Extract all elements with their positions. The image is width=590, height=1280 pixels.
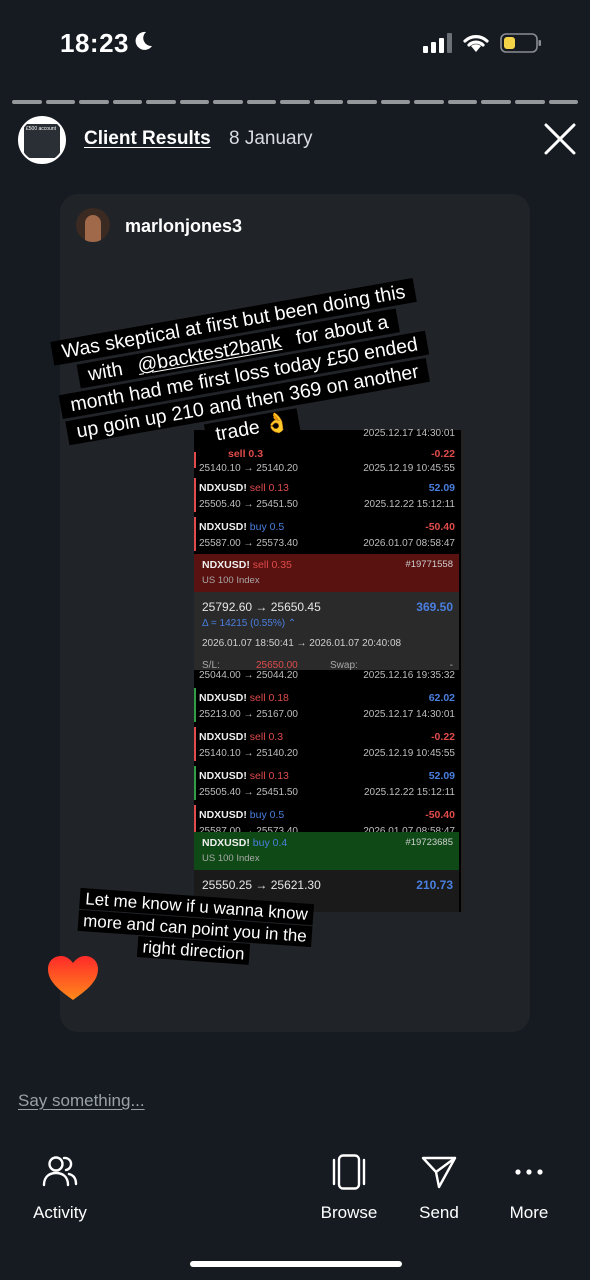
progress-segment [380,100,411,104]
progress-segment [414,100,444,104]
people-icon [42,1156,78,1187]
story-action-bar: Activity Browse Send More [0,1148,590,1228]
post-user-avatar[interactable] [76,208,110,242]
heart-icon[interactable] [46,954,100,1002]
browse-icon [332,1154,366,1190]
account-avatar[interactable]: £500 account [18,116,66,164]
trade-row: 25044.00 → 25044.20 2025.12.16 19:35:32 [199,670,455,681]
trade-row: NDXUSD! sell 0.13 52.09 25505.40 → 25451… [194,476,461,515]
activity-button[interactable]: Activity [10,1148,110,1228]
clock: 18:23 [60,28,129,58]
story-header: £500 account Client Results 8 January [18,116,578,166]
post-username[interactable]: marlonjones3 [125,216,242,237]
story-account-name[interactable]: Client Results [84,128,211,150]
cellular-signal-icon [423,33,452,53]
browse-button[interactable]: Browse [299,1148,399,1228]
progress-segment [548,100,579,104]
trades-list-lower: 25044.00 → 25044.20 2025.12.16 19:35:32 … [194,670,464,836]
battery-icon [500,33,541,53]
send-button[interactable]: Send [389,1148,489,1228]
status-bar: 18:23 [0,0,590,88]
progress-segment [112,100,143,104]
progress-segment [280,100,310,104]
progress-segment [313,100,344,104]
wifi-icon [463,35,489,52]
story-date: 8 January [229,128,313,149]
trade-row: NDXUSD! sell 0.13 52.09 25505.40 → 25451… [194,764,461,803]
send-icon [421,1156,457,1189]
progress-segment [514,100,545,104]
reply-input[interactable]: Say something... [18,1091,145,1111]
progress-segment [481,100,511,104]
home-indicator[interactable] [190,1261,402,1267]
trade-row: NDXUSD! sell 0.18 62.02 25213.00 → 25167… [194,686,461,725]
progress-segment [146,100,176,104]
trade-row: NDXUSD! buy 0.5 -50.40 25587.00 → 25573.… [194,515,461,554]
progress-segment [447,100,478,104]
progress-segment [347,100,377,104]
progress-segment [213,100,243,104]
more-icon [515,1169,543,1175]
progress-segment [45,100,76,104]
more-button[interactable]: More [479,1148,579,1228]
progress-segment [246,100,277,104]
trade-detail-card: NDXUSD! sell 0.35 #19771558 US 100 Index… [194,554,459,672]
trade-row: NDXUSD! sell 0.3 -0.22 25140.10 → 25140.… [194,725,461,764]
moon-icon [135,31,152,50]
progress-segment [179,100,210,104]
close-icon[interactable] [543,122,577,156]
story-progress-bar [12,100,579,104]
progress-segment [79,100,109,104]
progress-segment [12,100,42,104]
